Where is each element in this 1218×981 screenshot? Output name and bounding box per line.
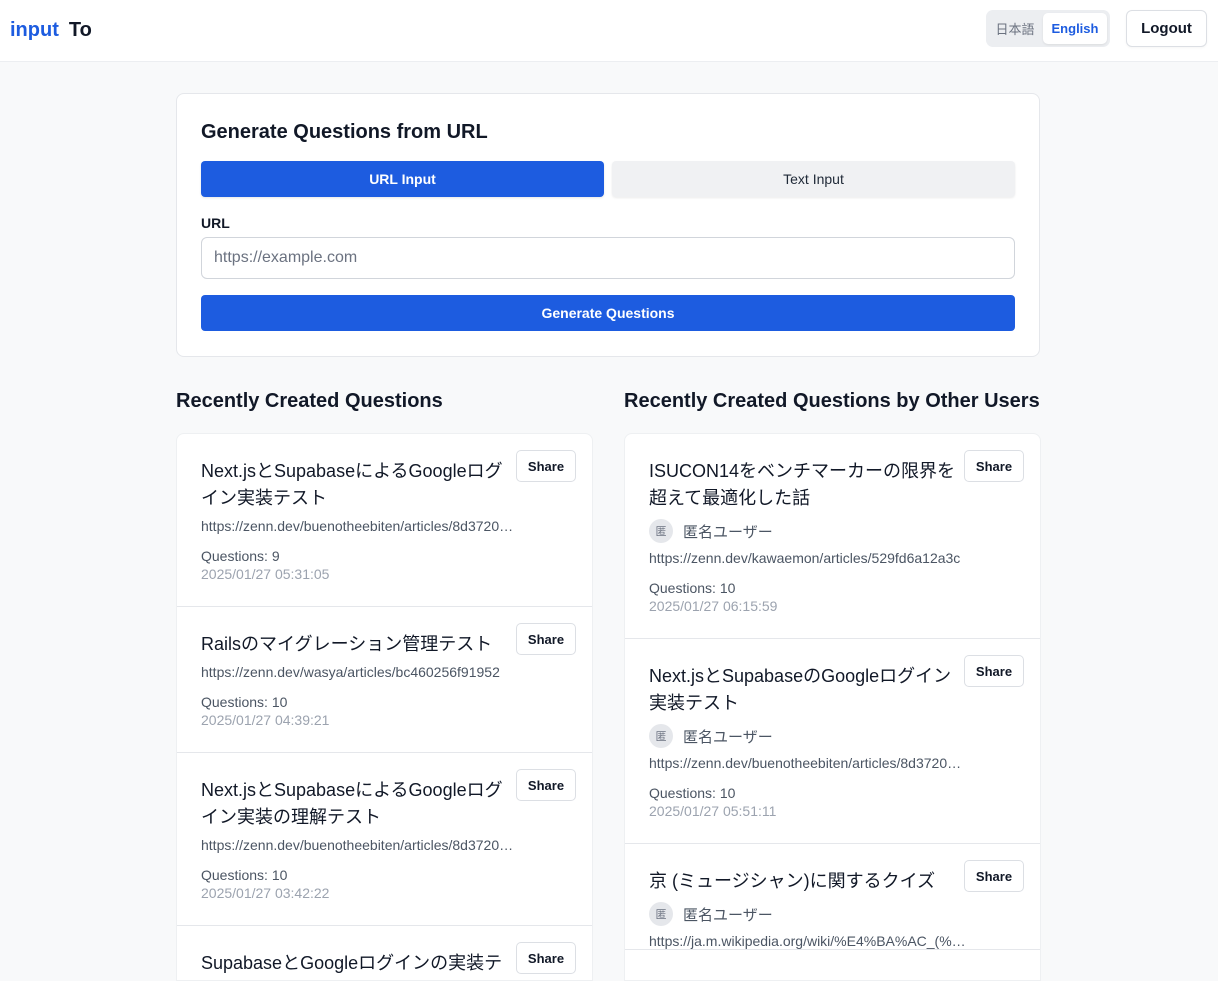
list-item[interactable]: ISUCON14をベンチマーカーの限界を超えて最適化した話 Share 匿 匿名… bbox=[625, 434, 1040, 639]
source-url: https://zenn.dev/buenotheebiten/articles… bbox=[201, 837, 519, 853]
question-count: Questions: 10 bbox=[201, 694, 288, 710]
author: 匿 匿名ユーザー bbox=[649, 723, 1016, 749]
logout-button[interactable]: Logout bbox=[1126, 10, 1207, 47]
source-url: https://zenn.dev/buenotheebiten/articles… bbox=[649, 755, 967, 771]
created-date: 2025/01/27 04:39:21 bbox=[201, 712, 330, 728]
recent-questions-list: Next.jsとSupabaseによるGoogleログイン実装テスト Share… bbox=[176, 433, 593, 981]
list-item[interactable]: Railsのマイグレーション管理テスト Share https://zenn.d… bbox=[177, 607, 592, 753]
avatar: 匿 bbox=[649, 902, 673, 926]
question-count: Questions: 10 bbox=[649, 580, 736, 596]
question-set-title[interactable]: 京 (ミュージシャン)に関するクイズ bbox=[649, 868, 959, 895]
logo-to: To bbox=[68, 19, 92, 41]
generate-questions-button[interactable]: Generate Questions bbox=[201, 295, 1015, 331]
question-set-title[interactable]: ISUCON14をベンチマーカーの限界を超えて最適化した話 bbox=[649, 458, 959, 512]
author: 匿 匿名ユーザー bbox=[649, 901, 1016, 927]
question-set-title[interactable]: Next.jsとSupabaseによるGoogleログイン実装テスト bbox=[201, 458, 511, 512]
created-date: 2025/01/27 05:51:11 bbox=[649, 803, 777, 819]
share-button[interactable]: Share bbox=[516, 623, 576, 655]
app-logo[interactable]: input To bbox=[10, 19, 92, 42]
share-button[interactable]: Share bbox=[516, 450, 576, 482]
author-name: 匿名ユーザー bbox=[683, 523, 773, 541]
question-count: Questions: 9 bbox=[201, 548, 280, 564]
created-date: 2025/01/27 03:42:22 bbox=[201, 885, 330, 901]
list-item[interactable]: Next.jsとSupabaseによるGoogleログイン実装の理解テスト Sh… bbox=[177, 753, 592, 926]
other-users-questions-title: Recently Created Questions by Other User… bbox=[624, 390, 1040, 412]
source-url: https://zenn.dev/wasya/articles/bc460256… bbox=[201, 664, 500, 680]
share-button[interactable]: Share bbox=[964, 450, 1024, 482]
question-count: Questions: 10 bbox=[201, 867, 288, 883]
avatar: 匿 bbox=[649, 519, 673, 543]
lang-english-button[interactable]: English bbox=[1043, 13, 1107, 44]
created-date: 2025/01/27 05:31:05 bbox=[201, 566, 330, 582]
question-count: Questions: 10 bbox=[649, 785, 736, 801]
other-users-questions-list: ISUCON14をベンチマーカーの限界を超えて最適化した話 Share 匿 匿名… bbox=[624, 433, 1041, 981]
avatar: 匿 bbox=[649, 724, 673, 748]
tab-url-input[interactable]: URL Input bbox=[201, 161, 604, 197]
logo-input: input bbox=[10, 19, 59, 41]
created-date: 2025/01/27 06:15:59 bbox=[649, 598, 778, 614]
author: 匿 匿名ユーザー bbox=[649, 518, 1016, 544]
question-set-title[interactable]: Next.jsとSupabaseによるGoogleログイン実装の理解テスト bbox=[201, 777, 511, 831]
tab-text-input[interactable]: Text Input bbox=[612, 161, 1015, 197]
share-button[interactable]: Share bbox=[964, 655, 1024, 687]
generate-card-title: Generate Questions from URL bbox=[201, 121, 488, 143]
question-set-title[interactable]: Next.jsとSupabaseのGoogleログイン実装テスト bbox=[649, 663, 959, 717]
source-url: https://ja.m.wikipedia.org/wiki/%E4%BA%A… bbox=[649, 933, 967, 949]
list-item[interactable]: Next.jsとSupabaseのGoogleログイン実装テスト Share 匿… bbox=[625, 639, 1040, 844]
author-name: 匿名ユーザー bbox=[683, 906, 773, 924]
question-set-title[interactable]: Railsのマイグレーション管理テスト bbox=[201, 631, 511, 658]
share-button[interactable]: Share bbox=[516, 942, 576, 974]
share-button[interactable]: Share bbox=[964, 860, 1024, 892]
input-mode-tabs: URL Input Text Input bbox=[201, 161, 1015, 197]
share-button[interactable]: Share bbox=[516, 769, 576, 801]
author-name: 匿名ユーザー bbox=[683, 728, 773, 746]
question-set-title[interactable]: SupabaseとGoogleログインの実装テスト bbox=[201, 950, 511, 980]
app-header: input To 日本語 English Logout bbox=[0, 0, 1218, 62]
list-item[interactable]: Next.jsとSupabaseによるGoogleログイン実装テスト Share… bbox=[177, 434, 592, 607]
lang-japanese-button[interactable]: 日本語 bbox=[989, 13, 1041, 44]
list-item[interactable]: SupabaseとGoogleログインの実装テスト Share bbox=[177, 926, 592, 980]
url-input[interactable] bbox=[201, 237, 1015, 279]
generate-questions-card: Generate Questions from URL URL Input Te… bbox=[176, 93, 1040, 357]
list-item[interactable]: 京 (ミュージシャン)に関するクイズ Share 匿 匿名ユーザー https:… bbox=[625, 844, 1040, 950]
recent-questions-title: Recently Created Questions bbox=[176, 390, 443, 412]
url-field-label: URL bbox=[201, 215, 230, 231]
source-url: https://zenn.dev/buenotheebiten/articles… bbox=[201, 518, 519, 534]
source-url: https://zenn.dev/kawaemon/articles/529fd… bbox=[649, 550, 961, 566]
language-switch: 日本語 English bbox=[986, 10, 1110, 47]
